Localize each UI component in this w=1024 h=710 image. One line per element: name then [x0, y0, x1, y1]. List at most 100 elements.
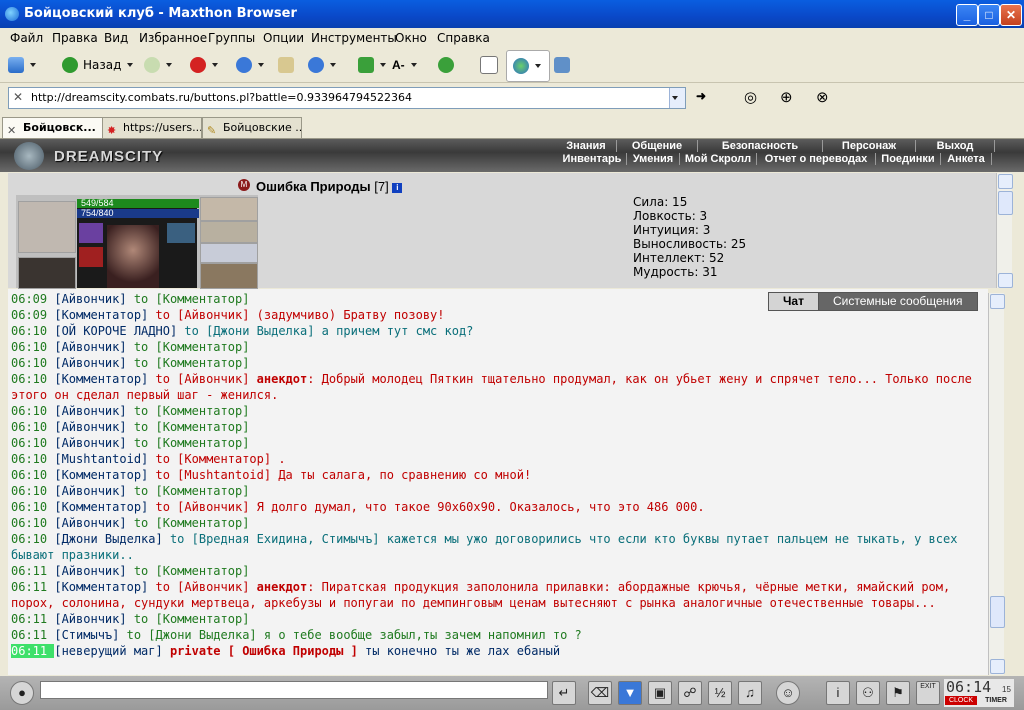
chat-sender[interactable]: [Айвончик]: [54, 420, 126, 434]
nav-character[interactable]: Персонаж: [823, 140, 916, 152]
globe-button[interactable]: [506, 50, 550, 82]
character-name[interactable]: Ошибка Природы: [256, 179, 371, 194]
chat-sender[interactable]: [ОЙ КОРОЧЕ ЛАДНО]: [54, 324, 177, 338]
chat-sender[interactable]: [Айвончик]: [54, 612, 126, 626]
url-field[interactable]: ✕ http://dreamscity.combats.ru/buttons.p…: [8, 87, 686, 109]
favorites-button[interactable]: [308, 56, 336, 74]
chat-sender[interactable]: [Комментатор]: [54, 468, 148, 482]
nav-knowledge[interactable]: Знания: [556, 140, 617, 152]
forward-button[interactable]: [144, 56, 172, 74]
add-icon[interactable]: ⊕: [780, 88, 793, 106]
menu-help[interactable]: Справка: [437, 31, 490, 45]
exit-icon[interactable]: EXIT: [916, 681, 940, 705]
go-arrow-icon[interactable]: ➜: [696, 89, 706, 103]
necklace-slot[interactable]: [200, 221, 258, 243]
group-icon[interactable]: ⚇: [856, 681, 880, 705]
walk-icon[interactable]: ☍: [678, 681, 702, 705]
scroll-down-button[interactable]: [998, 273, 1013, 288]
menu-favorites[interactable]: Избранное: [139, 31, 207, 45]
chat-sender[interactable]: [Джони Выделка]: [54, 532, 162, 546]
info-person-icon[interactable]: i: [826, 681, 850, 705]
menu-view[interactable]: Вид: [104, 31, 128, 45]
character-scrollbar[interactable]: [996, 173, 1013, 288]
chat-sender[interactable]: [Комментатор]: [54, 308, 148, 322]
tab-users[interactable]: ✸ https://users....: [102, 117, 202, 138]
maximize-button[interactable]: □: [978, 4, 1000, 26]
chat-sender[interactable]: [Комментатор]: [54, 500, 148, 514]
scroll-up-button[interactable]: [998, 174, 1013, 189]
search-target-icon[interactable]: ◎: [744, 88, 757, 106]
chat-input[interactable]: [40, 681, 548, 699]
chat-sender[interactable]: [Айвончик]: [54, 356, 126, 370]
close-circle-icon[interactable]: ⊗: [816, 88, 829, 106]
menu-tools[interactable]: Инструменты: [311, 31, 397, 45]
eraser-icon[interactable]: ⌫: [588, 681, 612, 705]
chat-sender[interactable]: [Айвончик]: [54, 516, 126, 530]
menu-file[interactable]: Файл: [10, 31, 43, 45]
bracers-slot[interactable]: [18, 257, 76, 289]
scroll-up-button[interactable]: [990, 294, 1005, 309]
save-icon[interactable]: ▣: [648, 681, 672, 705]
menu-options[interactable]: Опции: [263, 31, 304, 45]
chat-sender[interactable]: [Айвончик]: [54, 484, 126, 498]
new-tab-button[interactable]: [8, 56, 36, 74]
chat-head-icon[interactable]: ●: [10, 681, 34, 705]
filter-icon[interactable]: ▼: [618, 681, 642, 705]
chat-sender[interactable]: [Айвончик]: [54, 436, 126, 450]
chat-sender[interactable]: [Айвончик]: [54, 292, 126, 306]
info-icon[interactable]: i: [392, 182, 403, 193]
chat-sender[interactable]: [Комментатор]: [54, 372, 148, 386]
home-button[interactable]: [278, 56, 294, 74]
smiley-icon[interactable]: ☺: [776, 681, 800, 705]
chat-sender[interactable]: [Стимычъ]: [54, 628, 119, 642]
screen-icon: [480, 56, 498, 74]
stop-button[interactable]: [190, 56, 218, 74]
rewind-button[interactable]: [438, 56, 454, 74]
back-button[interactable]: Назад: [62, 56, 134, 74]
minimize-button[interactable]: _: [956, 4, 978, 26]
nav-battles[interactable]: Поединки: [876, 153, 941, 165]
scroll-thumb[interactable]: [990, 596, 1005, 628]
character-avatar[interactable]: 549/584 754/840: [77, 199, 199, 288]
chat-sender[interactable]: [Mushtantoid]: [54, 452, 148, 466]
sidebar-toggle-button[interactable]: [554, 56, 570, 74]
flag-icon[interactable]: ⚑: [886, 681, 910, 705]
tab-system-messages[interactable]: Системные сообщения: [818, 292, 978, 311]
amulet-slot[interactable]: [18, 201, 76, 253]
tab-combats[interactable]: ✕ Бойцовск...: [2, 117, 104, 138]
plugins-button[interactable]: [358, 56, 386, 74]
nav-transfer-report[interactable]: Отчет о переводах: [757, 153, 876, 165]
screen-button[interactable]: [480, 56, 498, 74]
nav-profile[interactable]: Анкета: [941, 153, 992, 165]
sound-icon[interactable]: ♫: [738, 681, 762, 705]
tab-chat[interactable]: Чат: [768, 292, 819, 311]
send-arrow-icon[interactable]: ↵: [552, 681, 576, 705]
nav-communication[interactable]: Общение: [617, 140, 698, 152]
tab-combats-2[interactable]: ✎ Бойцовские ...: [202, 117, 302, 138]
tab-label: Бойцовские ...: [223, 121, 302, 134]
chat-sender[interactable]: [неверущий маг]: [54, 644, 162, 658]
chat-sender[interactable]: [Айвончик]: [54, 404, 126, 418]
refresh-button[interactable]: [236, 56, 264, 74]
url-dropdown[interactable]: [669, 88, 685, 108]
rings-slot[interactable]: [200, 243, 258, 263]
nav-exit[interactable]: Выход: [916, 140, 995, 152]
menu-edit[interactable]: Правка: [52, 31, 98, 45]
scroll-thumb[interactable]: [998, 191, 1013, 215]
earrings-slot[interactable]: [200, 197, 258, 221]
close-button[interactable]: ✕: [1000, 4, 1022, 26]
scroll-down-button[interactable]: [990, 659, 1005, 674]
nav-skills[interactable]: Умения: [627, 153, 680, 165]
font-size-button[interactable]: A-: [392, 56, 417, 74]
menu-groups[interactable]: Группы: [208, 31, 255, 45]
menu-window[interactable]: Окно: [395, 31, 427, 45]
chat-sender[interactable]: [Айвончик]: [54, 340, 126, 354]
nav-inventory[interactable]: Инвентарь: [558, 153, 627, 165]
chat-sender[interactable]: [Айвончик]: [54, 564, 126, 578]
speed-icon[interactable]: ½: [708, 681, 732, 705]
gloves-slot[interactable]: [200, 263, 258, 289]
nav-my-scroll[interactable]: Мой Скролл: [680, 153, 757, 165]
chat-scrollbar[interactable]: [988, 293, 1005, 675]
nav-security[interactable]: Безопасность: [698, 140, 823, 152]
chat-sender[interactable]: [Комментатор]: [54, 580, 148, 594]
